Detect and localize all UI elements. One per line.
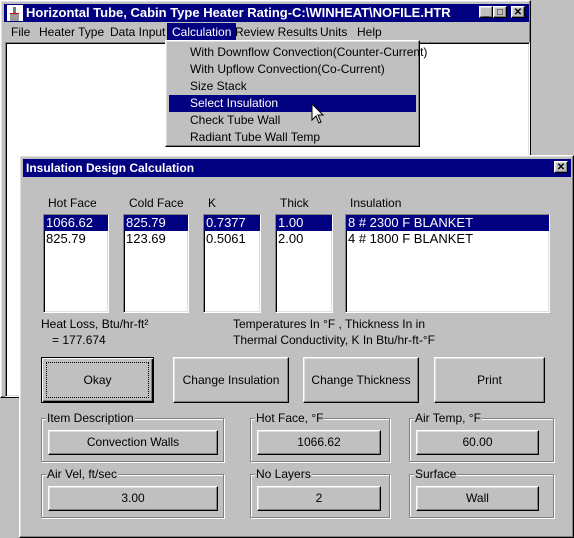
item-description-label: Item Description — [46, 411, 135, 425]
hot-face-group: Hot Face, °F 1066.62 — [250, 411, 390, 462]
list-item[interactable]: 0.7377 — [204, 215, 260, 231]
maximize-button[interactable]: □ — [493, 6, 507, 18]
air-temp-group: Air Temp, °F 60.00 — [409, 411, 554, 462]
menu-calculation[interactable]: Calculation — [167, 23, 237, 41]
menu-bar: File Heater Type Data Input Calculation … — [4, 23, 529, 41]
list-item[interactable]: 1.00 — [276, 215, 332, 231]
cold-face-header: Cold Face — [129, 196, 184, 210]
menu-item-downflow-convection[interactable]: With Downflow Convection(Counter-Current… — [169, 44, 427, 61]
units-note-conductivity: Thermal Conductivity, K In Btu/hr-ft-°F — [233, 333, 435, 347]
menu-heater-type[interactable]: Heater Type — [34, 23, 109, 41]
list-item[interactable]: 0.5061 — [204, 231, 260, 247]
air-vel-button[interactable]: 3.00 — [48, 486, 218, 511]
k-header: K — [208, 196, 217, 210]
thick-header: Thick — [280, 196, 309, 210]
print-button[interactable]: Print — [434, 357, 545, 403]
change-thickness-button[interactable]: Change Thickness — [303, 357, 419, 403]
air-vel-label: Air Vel, ft/sec — [46, 467, 119, 481]
menu-data-input[interactable]: Data Input — [105, 23, 170, 41]
close-button[interactable]: ✕ — [511, 6, 525, 18]
hot-face-field-label: Hot Face, °F — [255, 411, 325, 425]
list-item[interactable]: 2.00 — [276, 231, 332, 247]
menu-item-check-tube-wall[interactable]: Check Tube Wall — [169, 112, 416, 129]
list-item[interactable]: 825.79 — [124, 215, 188, 231]
app-icon[interactable] — [7, 5, 23, 21]
no-layers-button[interactable]: 2 — [257, 486, 381, 511]
surface-label: Surface — [414, 467, 458, 481]
thick-list[interactable]: 1.00 2.00 — [275, 214, 333, 313]
no-layers-group: No Layers 2 — [250, 467, 390, 518]
menu-item-radiant-tube-wall-temp[interactable]: Radiant Tube Wall Temp — [169, 129, 416, 146]
no-layers-label: No Layers — [255, 467, 312, 481]
air-temp-button[interactable]: 60.00 — [416, 430, 539, 455]
list-item[interactable]: 1066.62 — [44, 215, 108, 231]
item-description-group: Item Description Convection Walls — [41, 411, 224, 462]
menu-item-select-insulation[interactable]: Select Insulation — [169, 95, 416, 112]
hot-face-header: Hot Face — [48, 196, 97, 210]
dialog-title-bar[interactable]: Insulation Design Calculation ✕ — [23, 159, 571, 177]
menu-units[interactable]: Units — [315, 23, 352, 41]
mouse-cursor-icon — [311, 103, 325, 124]
surface-button[interactable]: Wall — [416, 486, 539, 511]
list-item[interactable]: 825.79 — [44, 231, 108, 247]
main-title-bar[interactable]: Horizontal Tube, Cabin Type Heater Ratin… — [4, 4, 529, 22]
insulation-dialog: Insulation Design Calculation ✕ Hot Face… — [19, 155, 574, 538]
list-item[interactable]: 4 # 1800 F BLANKET — [346, 231, 549, 247]
dialog-title: Insulation Design Calculation — [26, 161, 195, 175]
surface-group: Surface Wall — [409, 467, 554, 518]
hot-face-list[interactable]: 1066.62 825.79 — [43, 214, 109, 313]
item-description-button[interactable]: Convection Walls — [48, 430, 218, 455]
hot-face-button[interactable]: 1066.62 — [257, 430, 381, 455]
calculation-dropdown: With Downflow Convection(Counter-Current… — [165, 40, 427, 147]
focus-rectangle — [46, 362, 149, 398]
heat-loss-label: Heat Loss, Btu/hr-ft² — [41, 317, 149, 331]
menu-review-results[interactable]: Review Results — [230, 23, 323, 41]
cold-face-list[interactable]: 825.79 123.69 — [123, 214, 189, 313]
main-window-title: Horizontal Tube, Cabin Type Heater Ratin… — [26, 5, 451, 20]
menu-item-upflow-convection[interactable]: With Upflow Convection(Co-Current) — [169, 61, 416, 78]
menu-item-size-stack[interactable]: Size Stack — [169, 78, 416, 95]
list-item[interactable]: 123.69 — [124, 231, 188, 247]
change-insulation-button[interactable]: Change Insulation — [173, 357, 289, 403]
units-note-temperature: Temperatures In °F , Thickness In in — [233, 317, 425, 331]
menu-file[interactable]: File — [6, 23, 35, 41]
list-item[interactable]: 8 # 2300 F BLANKET — [346, 215, 549, 231]
k-list[interactable]: 0.7377 0.5061 — [203, 214, 261, 313]
okay-button[interactable]: Okay — [41, 357, 154, 403]
insulation-list[interactable]: 8 # 2300 F BLANKET 4 # 1800 F BLANKET — [345, 214, 550, 313]
heat-loss-value: = 177.674 — [52, 333, 106, 347]
air-vel-group: Air Vel, ft/sec 3.00 — [41, 467, 224, 518]
menu-help[interactable]: Help — [352, 23, 387, 41]
minimize-button[interactable]: _ — [479, 6, 493, 18]
air-temp-label: Air Temp, °F — [414, 411, 482, 425]
insulation-header: Insulation — [350, 196, 402, 210]
dialog-close-button[interactable]: ✕ — [554, 161, 568, 173]
